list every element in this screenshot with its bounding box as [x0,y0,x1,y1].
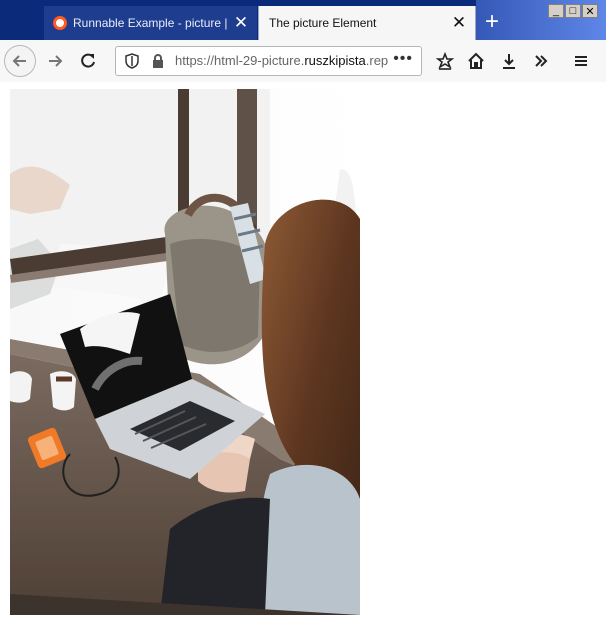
close-icon[interactable]: ✕ [447,11,471,35]
url-domain: ruszkipista [304,53,366,68]
firefox-icon [53,16,67,30]
window-close-icon[interactable]: ✕ [582,4,598,18]
navigation-toolbar: https://html-29-picture.ruszkipista.rep … [0,40,606,83]
tab-picture-element[interactable]: The picture Element ✕ [258,6,476,40]
bookmark-star-icon[interactable] [429,45,461,77]
tab-runnable-example[interactable]: Runnable Example - picture | Me ✕ [44,6,257,40]
browser-window: Runnable Example - picture | Me ✕ The pi… [0,0,606,621]
tab-title: Runnable Example - picture | Me [73,16,229,30]
url-prefix: https://html-29-picture. [175,53,305,68]
home-icon[interactable] [460,45,492,77]
title-bar: Runnable Example - picture | Me ✕ The pi… [0,0,606,40]
minimize-icon[interactable]: _ [548,4,564,18]
url-text[interactable]: https://html-29-picture.ruszkipista.rep [175,53,393,68]
download-icon[interactable] [493,45,525,77]
tab-title: The picture Element [269,16,377,30]
maximize-icon[interactable]: □ [565,4,581,18]
lock-icon[interactable] [150,53,166,74]
reload-button[interactable] [72,45,104,77]
picture-element [10,89,360,615]
address-bar[interactable]: https://html-29-picture.ruszkipista.rep … [115,46,422,76]
plus-icon[interactable]: + [481,10,503,34]
url-suffix: .rep [365,53,389,68]
close-icon[interactable]: ✕ [229,11,253,35]
back-button[interactable] [4,45,36,77]
page-content [0,82,606,621]
page-actions-icon[interactable]: ••• [393,50,413,68]
overflow-icon[interactable] [525,45,557,77]
desk-photo [10,89,360,615]
shield-icon[interactable] [124,53,140,74]
forward-button[interactable] [39,45,71,77]
menu-icon[interactable] [565,45,597,77]
